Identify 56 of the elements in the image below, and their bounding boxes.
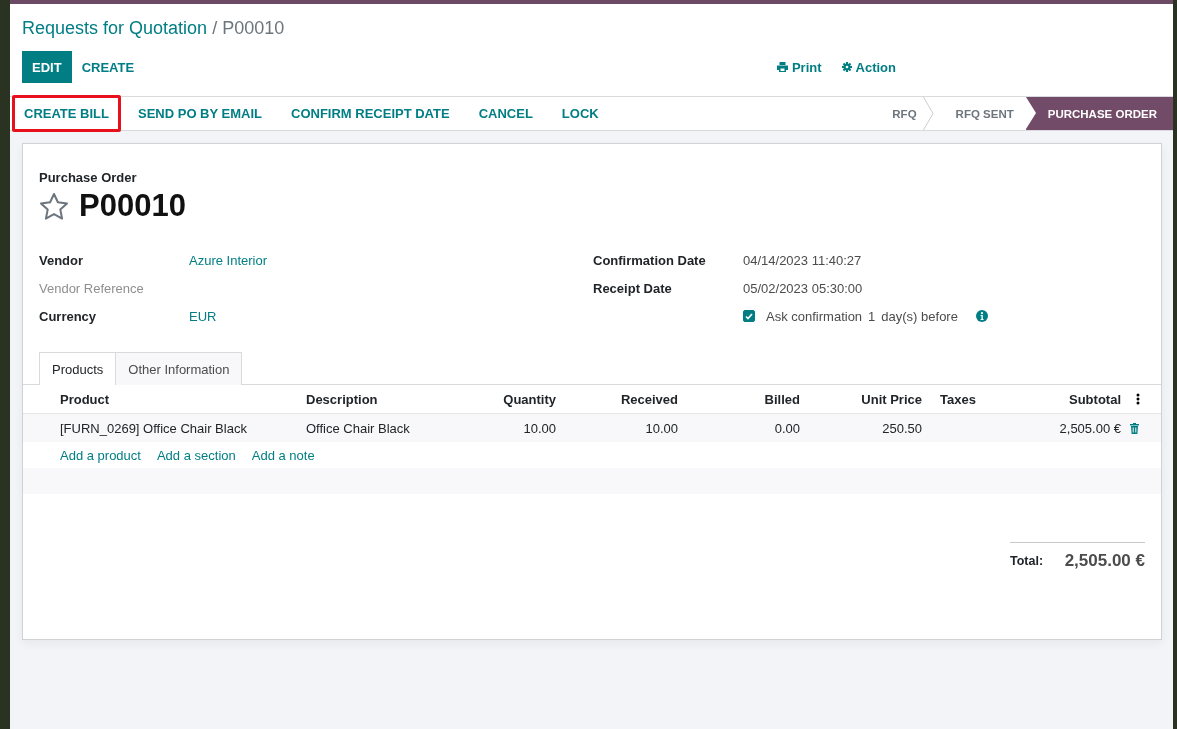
stage-divider	[922, 97, 934, 130]
star-icon[interactable]	[39, 191, 69, 221]
breadcrumb-current: P00010	[222, 18, 285, 38]
document-type-label: Purchase Order	[39, 170, 138, 185]
days-value: 1	[868, 308, 876, 324]
table-cell-text: 0.00	[773, 420, 801, 436]
column-header[interactable]: Description	[297, 391, 447, 407]
field-value: 04/14/2023 11:40:27	[743, 252, 862, 268]
field-value[interactable]: Azure Interior	[189, 252, 268, 268]
column-header[interactable]: Quantity	[447, 391, 565, 407]
field-value: 05/02/2023 05:30:00	[743, 280, 863, 296]
column-header[interactable]: Taxes	[931, 391, 990, 407]
table-cell-text: 2,505.00 €	[1058, 420, 1122, 436]
field-label: Vendor	[39, 252, 85, 268]
field-label: Currency	[39, 308, 98, 324]
column-header[interactable]: Billed	[687, 391, 809, 407]
checkbox[interactable]	[743, 310, 755, 322]
breadcrumb-separator: /	[212, 18, 218, 38]
table-cell-text: Office Chair Black	[305, 420, 411, 436]
total-label: Total:	[1010, 554, 1044, 568]
tab[interactable]: Other Information	[116, 352, 243, 385]
table-cell-text: 10.00	[522, 420, 557, 436]
add-line-link[interactable]: Add a section	[156, 447, 236, 463]
gear-icon	[841, 62, 852, 72]
breadcrumb-link[interactable]: Requests for Quotation	[22, 18, 208, 38]
add-line-link[interactable]: Add a product	[60, 447, 141, 463]
column-header[interactable]: Received	[565, 391, 687, 407]
action-dropdown[interactable]: Action	[841, 59, 896, 75]
header-action-button[interactable]: CANCEL	[466, 95, 545, 132]
header-action-button[interactable]: CREATE BILL	[12, 95, 121, 132]
info-icon[interactable]	[975, 310, 988, 322]
header-action-button[interactable]: SEND PO BY EMAIL	[126, 95, 274, 132]
reminder-label: day(s) before	[881, 308, 958, 324]
header-action-button[interactable]: CONFIRM RECEIPT DATE	[279, 95, 462, 132]
edit-button[interactable]: EDIT	[22, 51, 72, 83]
column-header[interactable]: Product	[23, 391, 297, 407]
trash-icon[interactable]	[1130, 422, 1139, 434]
print-dropdown[interactable]: Print	[776, 59, 822, 75]
field-label: Confirmation Date	[593, 252, 707, 268]
tab[interactable]: Products	[39, 352, 117, 385]
total-amount: 2,505.00 €	[1064, 551, 1145, 571]
add-line-link[interactable]: Add a note	[251, 447, 315, 463]
table-cell-text: 250.50	[881, 420, 923, 436]
header-action-button[interactable]: LOCK	[549, 95, 611, 132]
field-value[interactable]: EUR	[189, 308, 217, 324]
status-stage[interactable]: PURCHASE ORDER	[1025, 97, 1173, 130]
document-title: P00010	[79, 188, 186, 224]
printer-icon	[776, 62, 788, 72]
field-label: Vendor Reference	[39, 280, 145, 296]
field-label: Receipt Date	[593, 280, 673, 296]
column-header[interactable]: Subtotal	[990, 391, 1130, 407]
table-cell-text: 10.00	[644, 420, 679, 436]
table-cell-text: [FURN_0269] Office Chair Black	[59, 420, 248, 436]
create-button[interactable]: CREATE	[71, 51, 145, 83]
reminder-label: Ask confirmation	[766, 308, 863, 324]
column-header[interactable]: Unit Price	[809, 391, 931, 407]
